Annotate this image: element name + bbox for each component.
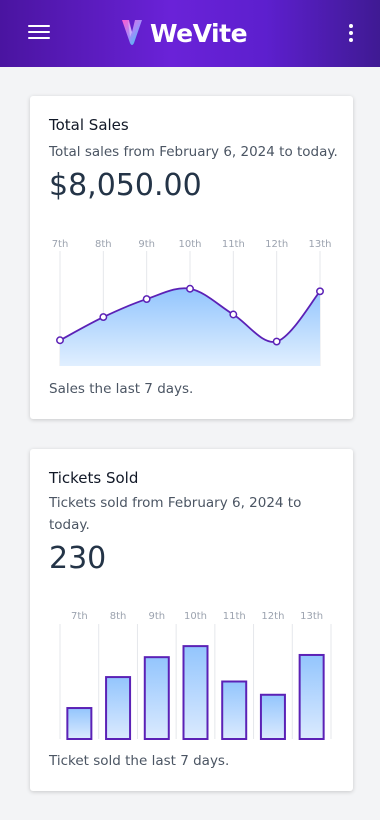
x-tick-label: 13th bbox=[300, 611, 323, 622]
ticket-bar[interactable] bbox=[182, 645, 209, 740]
ticket-bar[interactable] bbox=[221, 680, 248, 740]
ticket-bar[interactable] bbox=[105, 676, 132, 740]
data-point[interactable] bbox=[142, 295, 151, 304]
x-tick-label: 9th bbox=[138, 239, 155, 250]
tickets-sold-card: Tickets Sold Tickets sold from February … bbox=[30, 449, 353, 791]
wevite-logo-mark bbox=[122, 20, 142, 45]
data-point[interactable] bbox=[229, 310, 238, 319]
x-tick-label: 8th bbox=[95, 239, 112, 250]
data-point[interactable] bbox=[186, 284, 194, 293]
total-sales-value: $8,050.00 bbox=[49, 168, 202, 203]
app-header: WeVite bbox=[0, 0, 380, 67]
card-title: Tickets Sold bbox=[49, 469, 139, 487]
card-subtitle: Total sales from February 6, 2024 to tod… bbox=[49, 144, 338, 160]
x-tick-label: 13th bbox=[309, 239, 332, 250]
x-tick-label: 7th bbox=[52, 239, 69, 250]
x-tick-label: 10th bbox=[184, 611, 207, 622]
x-tick-label: 9th bbox=[148, 611, 165, 622]
brand-name: WeVite bbox=[150, 18, 248, 48]
tickets-bar-chart: 7th 8th 9th 10th 11th 12th 13th bbox=[59, 611, 332, 741]
ticket-bar[interactable] bbox=[259, 693, 286, 741]
total-sales-card: Total Sales Total sales from February 6,… bbox=[30, 96, 353, 419]
data-point[interactable] bbox=[56, 336, 64, 345]
x-tick-label: 12th bbox=[265, 239, 288, 250]
tickets-sold-value: 230 bbox=[49, 541, 107, 576]
ticket-bar[interactable] bbox=[66, 707, 93, 740]
data-point[interactable] bbox=[272, 337, 281, 346]
sales-area-fill bbox=[60, 288, 320, 366]
card-footer: Sales the last 7 days. bbox=[49, 381, 194, 397]
x-tick-label: 8th bbox=[110, 611, 127, 622]
x-tick-label: 12th bbox=[261, 611, 284, 622]
card-title: Total Sales bbox=[49, 116, 129, 134]
x-tick-label: 11th bbox=[222, 239, 245, 250]
card-footer: Ticket sold the last 7 days. bbox=[49, 753, 230, 769]
x-tick-label: 11th bbox=[223, 611, 246, 622]
data-point[interactable] bbox=[316, 287, 324, 296]
data-point[interactable] bbox=[99, 313, 108, 322]
more-vertical-icon[interactable] bbox=[345, 22, 355, 44]
ticket-bar[interactable] bbox=[143, 656, 170, 740]
card-subtitle: Tickets sold from February 6, 2024 to to… bbox=[49, 495, 302, 533]
x-tick-label: 10th bbox=[179, 239, 202, 250]
hamburger-menu-icon[interactable] bbox=[28, 23, 52, 41]
brand-logo[interactable]: WeVite bbox=[120, 15, 248, 51]
x-tick-label: 7th bbox=[71, 611, 88, 622]
sales-line-chart: 7th 8th 9th 10th 11th 12th 13th bbox=[52, 239, 332, 366]
ticket-bar[interactable] bbox=[298, 653, 325, 740]
